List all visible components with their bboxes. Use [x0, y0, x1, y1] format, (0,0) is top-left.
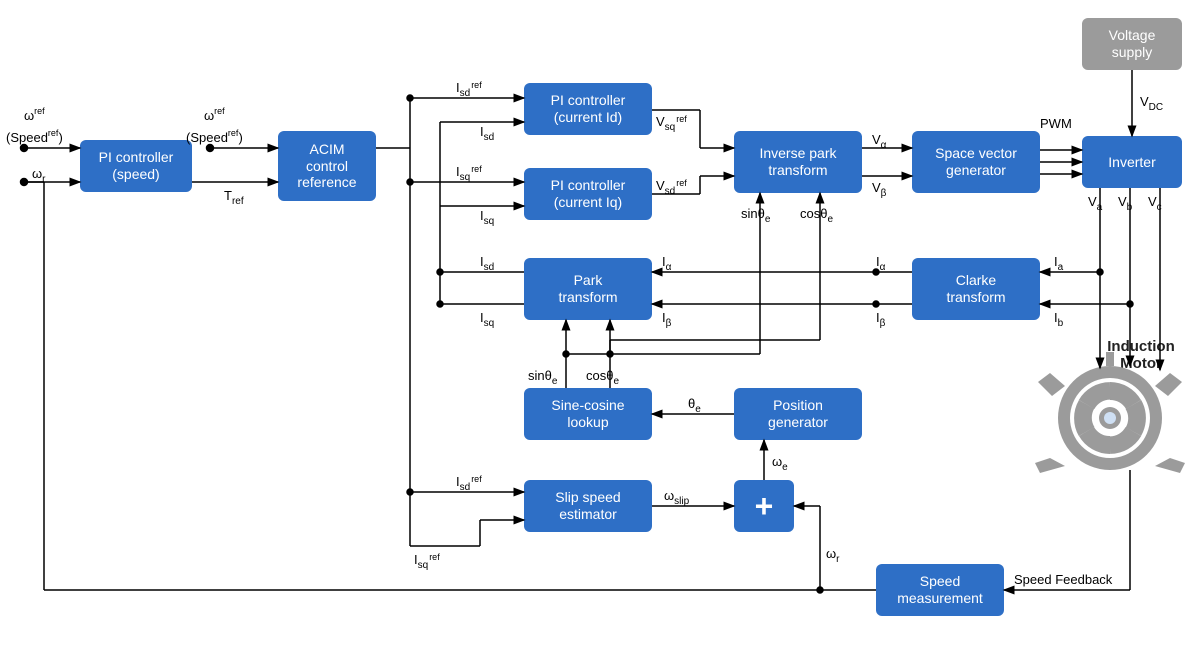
svg-text:Ia: Ia	[1054, 254, 1064, 273]
svg-text:Isdref: Isdref	[456, 80, 482, 99]
svg-text:Vsqref: Vsqref	[656, 114, 687, 133]
svg-text:Ib: Ib	[1054, 310, 1064, 329]
svg-text:Isdref: Isdref	[456, 474, 482, 493]
svg-text:Vβ: Vβ	[872, 180, 887, 199]
svg-text:ωslip: ωslip	[664, 488, 690, 507]
svg-text:cosθe: cosθe	[800, 206, 833, 225]
svg-text:ωe: ωe	[772, 454, 788, 473]
svg-text:(Speedref): (Speedref)	[186, 128, 243, 145]
svg-text:Isd: Isd	[480, 254, 494, 273]
svg-text:Iβ: Iβ	[662, 310, 672, 329]
svg-text:PWM: PWM	[1040, 116, 1072, 131]
svg-text:Speed Feedback: Speed Feedback	[1014, 572, 1113, 587]
svg-text:VDC: VDC	[1140, 94, 1163, 113]
svg-text:ωref: ωref	[204, 106, 225, 123]
svg-text:ωref: ωref	[24, 106, 45, 123]
svg-text:Iβ: Iβ	[876, 310, 886, 329]
svg-text:Isqref: Isqref	[414, 552, 440, 571]
svg-text:cosθe: cosθe	[586, 368, 619, 387]
svg-text:sinθe: sinθe	[528, 368, 558, 387]
svg-text:θe: θe	[688, 396, 701, 415]
svg-text:sinθe: sinθe	[741, 206, 771, 225]
svg-text:Isqref: Isqref	[456, 164, 482, 183]
svg-text:Tref: Tref	[224, 188, 244, 207]
svg-text:ωr: ωr	[826, 546, 840, 565]
diagram-svg-wires: ωref (Speedref) ωr ωref (Speedref) Tref …	[0, 0, 1200, 646]
svg-text:Isq: Isq	[480, 310, 494, 329]
svg-text:(Speedref): (Speedref)	[6, 128, 63, 145]
svg-text:Isq: Isq	[480, 208, 494, 227]
svg-text:Isd: Isd	[480, 124, 494, 143]
svg-text:Iα: Iα	[662, 254, 672, 273]
